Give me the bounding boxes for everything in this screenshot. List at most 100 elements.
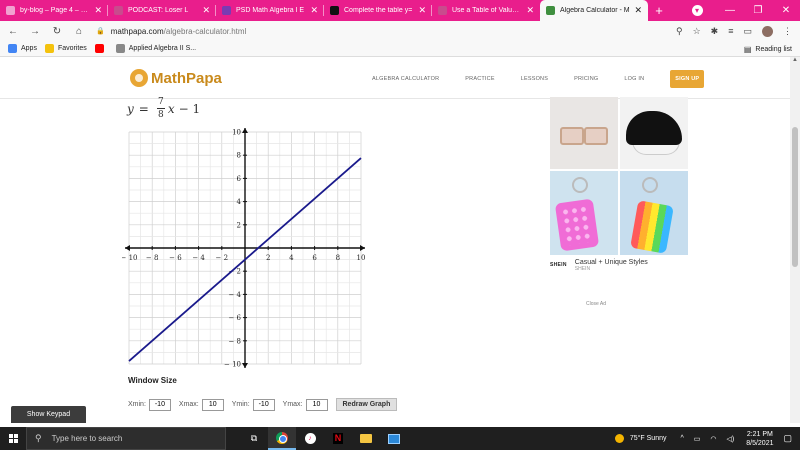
- logo-mark-icon: [130, 69, 148, 87]
- ad-sunglasses-image[interactable]: [550, 97, 618, 169]
- back-icon[interactable]: ←: [4, 26, 22, 37]
- browser-tab[interactable]: Use a Table of Values t ✕: [432, 0, 540, 21]
- equation-equals: =: [138, 101, 149, 116]
- maximize-button[interactable]: ❐: [744, 5, 772, 16]
- browser-tab[interactable]: by-blog – Page 4 – MC ✕: [0, 0, 108, 21]
- extensions-icon[interactable]: ✱: [711, 26, 719, 37]
- browser-tab[interactable]: Complete the table y= ✕: [324, 0, 432, 21]
- ad-popit-rainbow-image[interactable]: [620, 171, 688, 255]
- itunes-app-icon[interactable]: ♪: [296, 427, 324, 450]
- ad-bucket-hat-image[interactable]: [620, 97, 688, 169]
- browser-tab[interactable]: PSD Math Algebra I E ✕: [216, 0, 324, 21]
- close-window-button[interactable]: ✕: [772, 5, 800, 16]
- graph: − 10− 8− 6− 4− 2 2 4 6 8 10− 10− 8− 6− 4− 224…: [122, 128, 365, 369]
- weather-text[interactable]: 75°F Sunny: [630, 435, 667, 442]
- window-field-input[interactable]: [305, 398, 328, 411]
- bookmark-item[interactable]: [94, 44, 108, 53]
- tab-favicon-icon: [6, 6, 15, 15]
- ad-sub: SHEIN: [574, 266, 591, 272]
- clock[interactable]: 2:21 PM 8/5/2021: [746, 430, 773, 448]
- nav-pricing[interactable]: PRICING: [574, 76, 598, 82]
- tab-close-icon[interactable]: ✕: [418, 5, 426, 16]
- ad-popit-pink-image[interactable]: [550, 171, 618, 255]
- bookmark-item[interactable]: Applied Algebra II S...: [115, 44, 196, 53]
- address-bar: ← → ↻ ⌂ 🔒 mathpapa.com/algebra-calculato…: [0, 21, 800, 41]
- show-keypad-button[interactable]: Show Keypad: [11, 406, 86, 423]
- notifications-icon[interactable]: ▢: [783, 433, 792, 444]
- window-size-title: Window Size: [128, 376, 177, 385]
- bookmark-icon: [94, 44, 104, 53]
- tab-title: PODCAST: Loser L: [128, 7, 189, 14]
- tab-close-icon[interactable]: ✕: [202, 5, 210, 16]
- scroll-up-icon[interactable]: ▲: [792, 57, 798, 63]
- search-icon: ⚲: [35, 433, 42, 443]
- taskbar-search[interactable]: ⚲ Type here to search: [26, 427, 226, 450]
- fraction-denominator: 8: [157, 110, 164, 120]
- scrollbar-thumb[interactable]: [792, 127, 798, 267]
- close-ad-link[interactable]: Close Ad: [586, 301, 606, 307]
- page-scrollbar[interactable]: ▲: [790, 57, 800, 423]
- tab-title: Algebra Calculator - M: [560, 7, 630, 14]
- reading-list[interactable]: ▤ Reading list: [744, 41, 792, 57]
- tab-title: Complete the table y=: [344, 7, 413, 14]
- tab-close-icon[interactable]: ✕: [634, 5, 642, 16]
- wifi-icon[interactable]: ◠: [710, 435, 716, 443]
- tab-close-icon[interactable]: ✕: [94, 5, 102, 16]
- redraw-graph-button[interactable]: Redraw Graph: [335, 398, 398, 411]
- site-logo[interactable]: MathPapa: [130, 69, 222, 87]
- signup-button[interactable]: SIGN UP: [670, 70, 705, 88]
- tab-close-icon[interactable]: ✕: [526, 5, 534, 16]
- reading-queue-icon[interactable]: ≡: [728, 26, 733, 36]
- bookmark-star-icon[interactable]: ☆: [693, 26, 701, 37]
- profile-avatar[interactable]: [762, 25, 773, 37]
- url-field[interactable]: 🔒 mathpapa.com/algebra-calculator.html: [96, 27, 246, 36]
- tab-favicon-icon: [330, 6, 339, 15]
- nav-practice[interactable]: PRACTICE: [465, 76, 494, 82]
- fraction-numerator: 7: [157, 97, 164, 107]
- sidebar-icon[interactable]: ▭: [743, 26, 752, 37]
- netflix-app-icon[interactable]: N: [324, 427, 352, 450]
- network-icon[interactable]: ▭: [694, 435, 701, 443]
- tab-title: Use a Table of Values t: [452, 7, 523, 14]
- nav-login[interactable]: LOG IN: [624, 76, 644, 82]
- tray-chevron-icon[interactable]: ^: [680, 435, 683, 442]
- reload-icon[interactable]: ↻: [48, 26, 66, 37]
- window-field-input[interactable]: [252, 398, 275, 411]
- window-field-label: Xmax:: [178, 401, 199, 408]
- tab-favicon-icon: [222, 6, 231, 15]
- task-view-icon[interactable]: ⧉: [240, 427, 268, 450]
- browser-tab[interactable]: PODCAST: Loser L ✕: [108, 0, 216, 21]
- ad-headline[interactable]: Casual + Unique Styles: [575, 259, 648, 266]
- window-field-input[interactable]: [201, 398, 224, 411]
- window-size-fields: Xmin: Xmax: Ymin: Ymax: Redraw Graph: [128, 398, 398, 411]
- tab-close-icon[interactable]: ✕: [310, 5, 318, 16]
- minimize-button[interactable]: —: [716, 5, 744, 16]
- window-field-input[interactable]: [148, 398, 171, 411]
- bookmarks-list: Apps Favorites Applied Algebra II S...: [0, 44, 196, 53]
- bookmark-item[interactable]: Favorites: [44, 44, 87, 53]
- new-tab-button[interactable]: +: [648, 0, 670, 21]
- bookmark-item[interactable]: Apps: [8, 44, 37, 53]
- chrome-app-icon[interactable]: [268, 427, 296, 450]
- profile-download-icon[interactable]: ▾: [688, 5, 716, 16]
- advertisement[interactable]: SHEIN Casual + Unique Styles SHEIN: [550, 97, 689, 272]
- volume-icon[interactable]: ◁): [727, 435, 735, 443]
- zoom-search-icon[interactable]: ⚲: [676, 26, 683, 37]
- y-tick-label: 8: [237, 152, 241, 160]
- home-icon[interactable]: ⌂: [70, 26, 88, 37]
- bucket-hat-icon: [626, 111, 682, 145]
- x-tick-label: − 6: [169, 254, 182, 262]
- bookmark-label: Favorites: [57, 45, 87, 52]
- start-button[interactable]: [0, 434, 26, 443]
- lock-icon[interactable]: 🔒: [96, 27, 105, 35]
- photos-app-icon[interactable]: [380, 427, 408, 450]
- window-field-label: Ymin:: [231, 401, 250, 408]
- x-tick-label: − 8: [146, 254, 159, 262]
- file-explorer-icon[interactable]: [352, 427, 380, 450]
- browser-tab[interactable]: Algebra Calculator - M ✕: [540, 0, 648, 21]
- forward-icon[interactable]: →: [26, 26, 44, 37]
- menu-icon[interactable]: ⋮: [783, 26, 792, 37]
- nav-algebra-calculator[interactable]: ALGEBRA CALCULATOR: [372, 76, 439, 82]
- tab-favicon-icon: [438, 6, 447, 15]
- nav-lessons[interactable]: LESSONS: [521, 76, 548, 82]
